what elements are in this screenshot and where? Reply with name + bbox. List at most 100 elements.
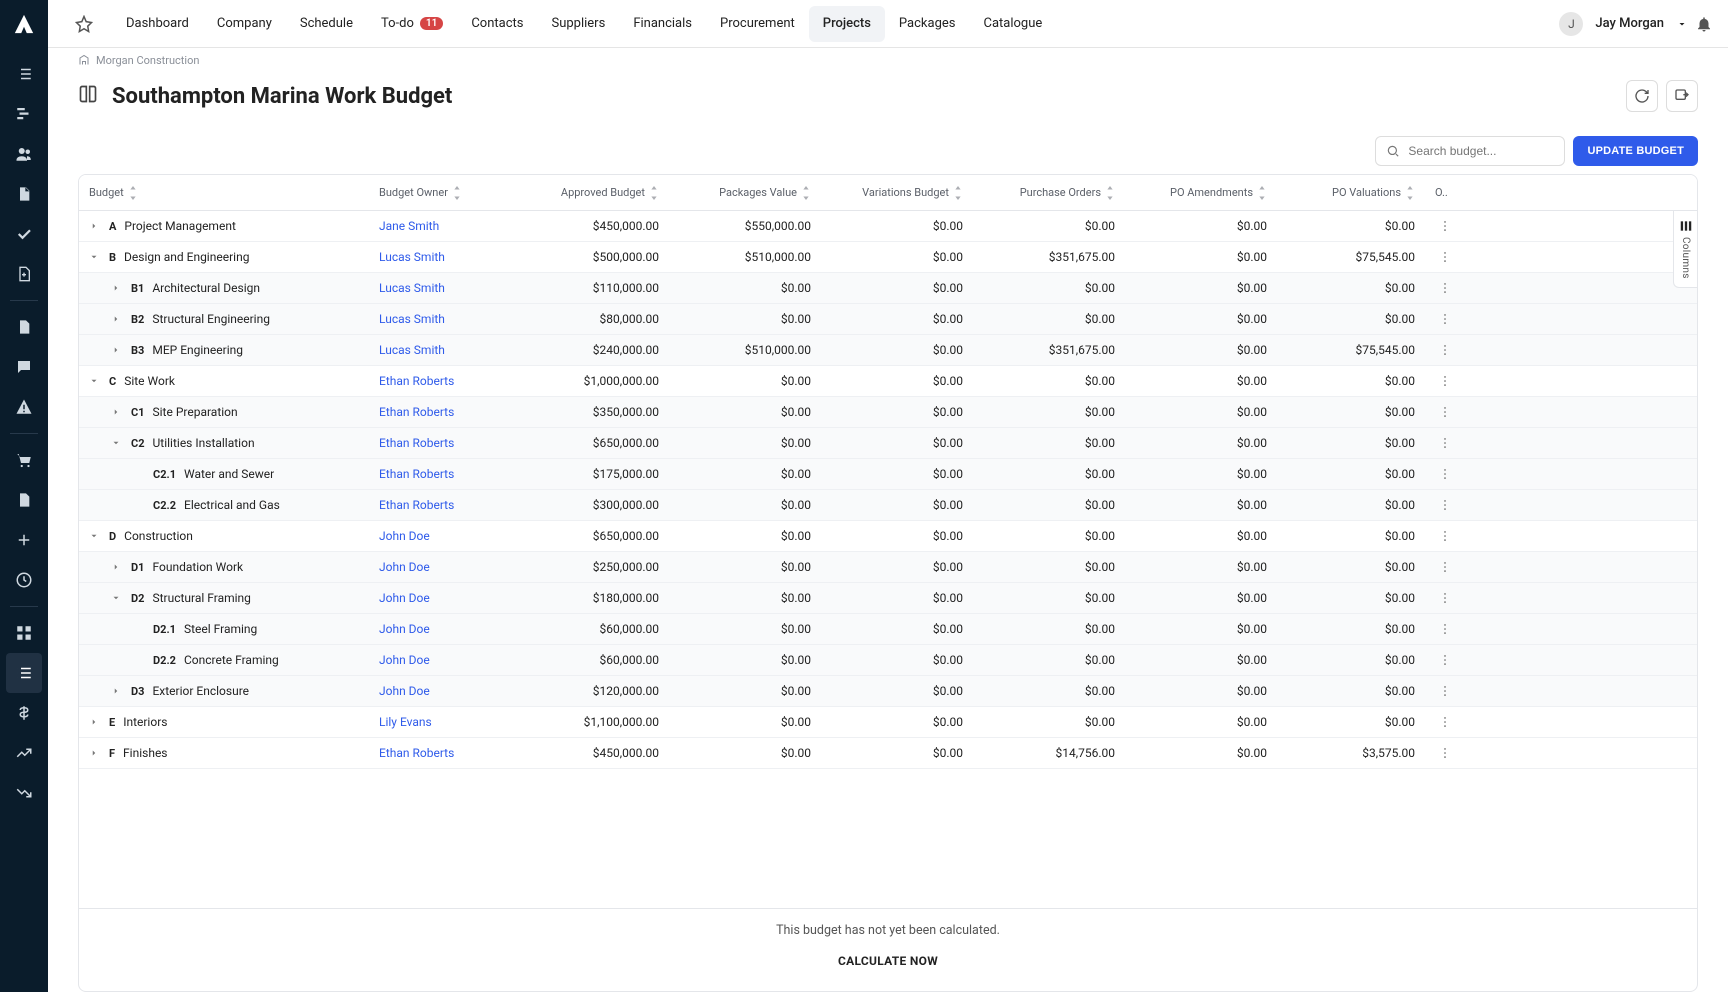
nav-projects[interactable]: Projects	[809, 6, 885, 42]
row-menu-icon[interactable]	[1425, 374, 1465, 388]
owner-link[interactable]: John Doe	[379, 684, 430, 698]
nav-financials[interactable]: Financials	[619, 6, 706, 42]
nav-company[interactable]: Company	[203, 6, 286, 42]
row-menu-icon[interactable]	[1425, 312, 1465, 326]
row-menu-icon[interactable]	[1425, 343, 1465, 357]
table-row[interactable]: C2.1 Water and Sewer Ethan Roberts $175,…	[79, 459, 1697, 490]
expand-icon[interactable]	[109, 281, 123, 295]
columns-panel-toggle[interactable]: Columns	[1673, 211, 1697, 288]
table-row[interactable]: B3 MEP Engineering Lucas Smith $240,000.…	[79, 335, 1697, 366]
side-shopping-icon[interactable]	[0, 440, 48, 480]
row-menu-icon[interactable]	[1425, 684, 1465, 698]
owner-link[interactable]: Ethan Roberts	[379, 746, 454, 760]
table-row[interactable]: C1 Site Preparation Ethan Roberts $350,0…	[79, 397, 1697, 428]
table-row[interactable]: D3 Exterior Enclosure John Doe $120,000.…	[79, 676, 1697, 707]
table-row[interactable]: B2 Structural Engineering Lucas Smith $8…	[79, 304, 1697, 335]
table-row[interactable]: D2.1 Steel Framing John Doe $60,000.00 $…	[79, 614, 1697, 645]
side-doc2-icon[interactable]	[0, 480, 48, 520]
row-menu-icon[interactable]	[1425, 498, 1465, 512]
owner-link[interactable]: Ethan Roberts	[379, 436, 454, 450]
row-menu-icon[interactable]	[1425, 467, 1465, 481]
owner-link[interactable]: Lucas Smith	[379, 312, 445, 326]
side-doc-icon[interactable]	[0, 174, 48, 214]
side-dollar-icon[interactable]	[0, 693, 48, 733]
expand-icon[interactable]	[87, 529, 101, 543]
owner-link[interactable]: Lily Evans	[379, 715, 432, 729]
side-table-icon[interactable]	[6, 653, 42, 693]
nav-contacts[interactable]: Contacts	[457, 6, 537, 42]
row-menu-icon[interactable]	[1425, 560, 1465, 574]
row-menu-icon[interactable]	[1425, 715, 1465, 729]
expand-icon[interactable]	[109, 343, 123, 357]
favorite-star-icon[interactable]	[64, 15, 104, 33]
row-menu-icon[interactable]	[1425, 529, 1465, 543]
user-menu[interactable]: J Jay Morgan	[1559, 12, 1688, 36]
owner-link[interactable]: John Doe	[379, 529, 430, 543]
expand-icon[interactable]	[87, 374, 101, 388]
row-menu-icon[interactable]	[1425, 591, 1465, 605]
table-row[interactable]: B1 Architectural Design Lucas Smith $110…	[79, 273, 1697, 304]
col-overflow[interactable]: O..	[1425, 186, 1465, 199]
side-new-doc-icon[interactable]	[0, 254, 48, 294]
nav-packages[interactable]: Packages	[885, 6, 970, 42]
side-people-icon[interactable]	[0, 134, 48, 174]
side-chat-icon[interactable]	[0, 347, 48, 387]
update-budget-button[interactable]: UPDATE BUDGET	[1573, 136, 1698, 166]
export-button[interactable]	[1666, 80, 1698, 112]
owner-link[interactable]: Ethan Roberts	[379, 498, 454, 512]
col-budget[interactable]: Budget	[79, 186, 369, 200]
row-menu-icon[interactable]	[1425, 281, 1465, 295]
expand-icon[interactable]	[109, 312, 123, 326]
table-row[interactable]: D2 Structural Framing John Doe $180,000.…	[79, 583, 1697, 614]
table-row[interactable]: C Site Work Ethan Roberts $1,000,000.00 …	[79, 366, 1697, 397]
side-file-icon[interactable]	[0, 307, 48, 347]
nav-catalogue[interactable]: Catalogue	[970, 6, 1057, 42]
app-logo[interactable]	[0, 0, 48, 48]
search-input[interactable]	[1408, 144, 1554, 158]
table-row[interactable]: F Finishes Ethan Roberts $450,000.00 $0.…	[79, 738, 1697, 769]
side-warning-icon[interactable]	[0, 387, 48, 427]
expand-icon[interactable]	[109, 684, 123, 698]
side-list-icon[interactable]	[0, 54, 48, 94]
side-add-icon[interactable]	[0, 520, 48, 560]
side-trend-down-icon[interactable]	[0, 773, 48, 813]
owner-link[interactable]: Lucas Smith	[379, 250, 445, 264]
owner-link[interactable]: Ethan Roberts	[379, 467, 454, 481]
expand-icon[interactable]	[109, 591, 123, 605]
owner-link[interactable]: John Doe	[379, 622, 430, 636]
row-menu-icon[interactable]	[1425, 219, 1465, 233]
nav-suppliers[interactable]: Suppliers	[537, 6, 619, 42]
owner-link[interactable]: John Doe	[379, 653, 430, 667]
expand-icon[interactable]	[87, 250, 101, 264]
side-trend-up-icon[interactable]	[0, 733, 48, 773]
expand-icon[interactable]	[109, 560, 123, 574]
row-menu-icon[interactable]	[1425, 622, 1465, 636]
breadcrumb[interactable]: Morgan Construction	[48, 48, 1728, 66]
table-row[interactable]: C2 Utilities Installation Ethan Roberts …	[79, 428, 1697, 459]
side-gantt-icon[interactable]	[0, 94, 48, 134]
table-row[interactable]: A Project Management Jane Smith $450,000…	[79, 211, 1697, 242]
table-row[interactable]: B Design and Engineering Lucas Smith $50…	[79, 242, 1697, 273]
nav-procurement[interactable]: Procurement	[706, 6, 809, 42]
expand-icon[interactable]	[109, 436, 123, 450]
owner-link[interactable]: John Doe	[379, 591, 430, 605]
side-check-icon[interactable]	[0, 214, 48, 254]
table-row[interactable]: C2.2 Electrical and Gas Ethan Roberts $3…	[79, 490, 1697, 521]
owner-link[interactable]: Lucas Smith	[379, 281, 445, 295]
refresh-button[interactable]	[1626, 80, 1658, 112]
col-po[interactable]: Purchase Orders	[973, 186, 1125, 200]
owner-link[interactable]: John Doe	[379, 560, 430, 574]
table-row[interactable]: D1 Foundation Work John Doe $250,000.00 …	[79, 552, 1697, 583]
expand-icon[interactable]	[87, 746, 101, 760]
owner-link[interactable]: Ethan Roberts	[379, 374, 454, 388]
row-menu-icon[interactable]	[1425, 746, 1465, 760]
nav-to-do[interactable]: To-do11	[367, 6, 457, 42]
col-valuations[interactable]: PO Valuations	[1277, 186, 1425, 200]
side-clock-icon[interactable]	[0, 560, 48, 600]
calculate-now-button[interactable]: CALCULATE NOW	[838, 954, 938, 968]
notifications-icon[interactable]	[1692, 12, 1716, 36]
expand-icon[interactable]	[87, 219, 101, 233]
col-packages[interactable]: Packages Value	[669, 186, 821, 200]
col-variations[interactable]: Variations Budget	[821, 186, 973, 200]
expand-icon[interactable]	[87, 715, 101, 729]
